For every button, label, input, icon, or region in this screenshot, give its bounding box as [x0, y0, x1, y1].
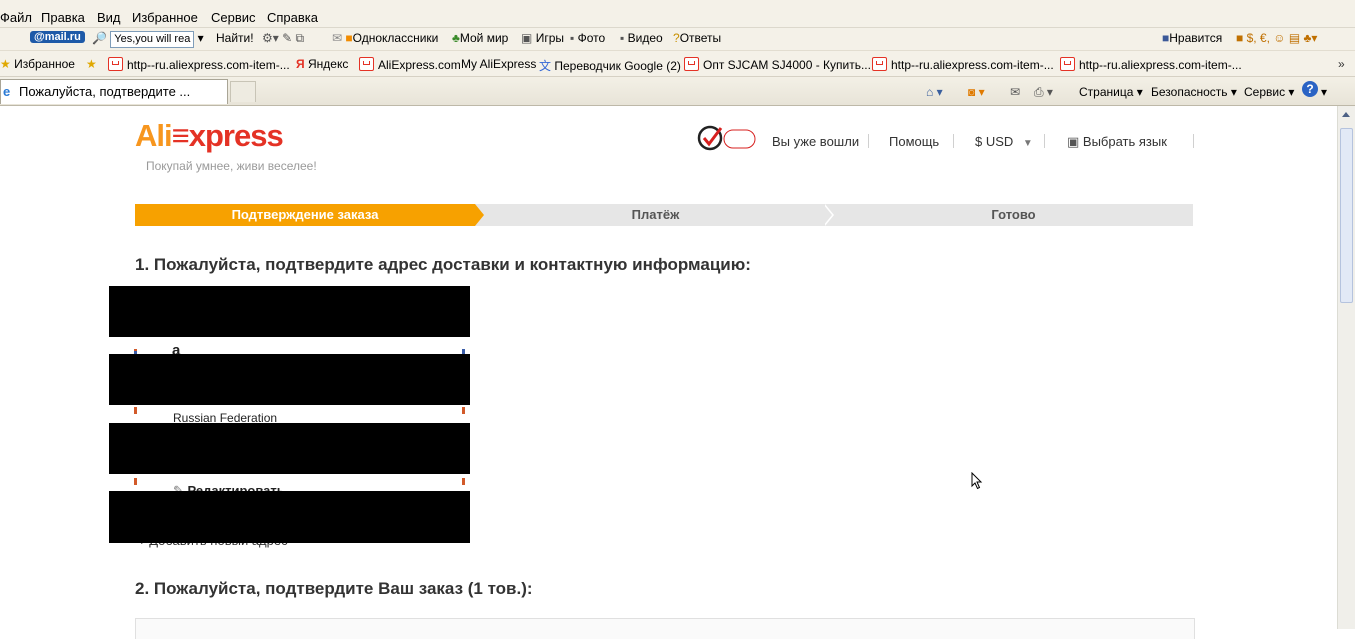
- section-order-title: 2. Пожалуйста, подтвердите Ваш заказ (1 …: [135, 579, 533, 598]
- aliexpress-icon: [359, 57, 374, 71]
- toolbar-link-games[interactable]: ▣ Игры: [521, 31, 564, 45]
- help-link[interactable]: Помощь: [889, 134, 939, 149]
- aliexpress-icon: [872, 57, 887, 71]
- header-divider: [953, 134, 954, 148]
- add-favorite-icon[interactable]: ★: [86, 57, 97, 71]
- menu-edit[interactable]: Правка: [41, 10, 85, 25]
- globe-icon: ▣: [1067, 134, 1080, 149]
- yandex-icon: Я: [296, 57, 305, 71]
- vertical-scrollbar[interactable]: [1337, 106, 1355, 629]
- mailru-logo[interactable]: @mail.ru: [30, 31, 85, 43]
- cart-e-icon: ≡: [171, 118, 190, 153]
- search-box[interactable]: 🔎 Yes,you will rea ▾: [92, 31, 204, 48]
- favorites-button[interactable]: ★ Избранное: [0, 57, 75, 71]
- tab-title: Пожалуйста, подтвердите ...: [19, 84, 191, 99]
- search-input[interactable]: Yes,you will rea: [110, 31, 195, 48]
- toolbar-tools-icons[interactable]: ⚙▾ ✎ ⧉: [262, 31, 304, 46]
- fav-link-aliexpress-item-3[interactable]: http--ru.aliexpress.com-item-...: [1060, 57, 1242, 72]
- page-content: Ali≡xpress Покупай умнее, живи веселее! …: [0, 106, 1337, 639]
- star-icon: ★: [0, 57, 11, 71]
- browser-tab[interactable]: e Пожалуйста, подтвердите ...: [0, 79, 228, 104]
- aliexpress-icon: [108, 57, 123, 71]
- logged-in-status: Вы уже вошли: [772, 134, 860, 149]
- safety-menu[interactable]: Безопасность ▾: [1151, 85, 1237, 99]
- find-button[interactable]: Найти!: [216, 31, 254, 45]
- step-payment: Платёж: [631, 207, 680, 222]
- redaction-bar: [109, 286, 470, 337]
- redaction-bar: [109, 354, 470, 405]
- aliexpress-logo[interactable]: Ali≡xpress: [135, 118, 284, 154]
- search-icon: 🔎: [92, 31, 107, 45]
- address-card-corner: [134, 407, 137, 414]
- step-arrow: [475, 204, 484, 226]
- menu-tools[interactable]: Сервис: [211, 10, 256, 25]
- menu-help[interactable]: Справка: [267, 10, 318, 25]
- tab-bar: e Пожалуйста, подтвердите ... ⌂ ▾ ◙ ▾ ✉ …: [0, 77, 1355, 106]
- envelope-icon: ✉: [332, 31, 343, 45]
- answers-icon: ?: [673, 31, 680, 45]
- scroll-up-icon[interactable]: [1342, 112, 1350, 117]
- moimir-icon: ♣: [452, 31, 460, 45]
- help-icon[interactable]: ?: [1302, 81, 1318, 97]
- mail-icon[interactable]: ✉: [1010, 85, 1020, 99]
- ie-icon: e: [3, 84, 11, 99]
- menu-view[interactable]: Вид: [97, 10, 121, 25]
- rss-icon[interactable]: ◙ ▾: [968, 85, 985, 99]
- favorites-bar: ★ Избранное ★ http--ru.aliexpress.com-it…: [0, 50, 1355, 77]
- verisign-secured-icon: [697, 125, 756, 151]
- mouse-cursor-icon: [971, 472, 983, 490]
- header-divider: [868, 134, 869, 148]
- toolbar-link-video[interactable]: ▪ Видео: [620, 31, 663, 45]
- fav-link-aliexpress[interactable]: AliExpress.com: [359, 57, 461, 72]
- redaction-bar: [109, 491, 470, 543]
- dropdown-arrow-icon[interactable]: ▾: [198, 31, 204, 45]
- fav-link-sjcam[interactable]: Опт SJCAM SJ4000 - Купить...: [684, 57, 871, 72]
- fav-link-aliexpress-item-2[interactable]: http--ru.aliexpress.com-item-...: [872, 57, 1054, 72]
- aliexpress-icon: [1060, 57, 1075, 71]
- address-card-corner: [462, 478, 465, 485]
- chevron-right-icon[interactable]: »: [1338, 57, 1345, 71]
- toolbar-extra-icons[interactable]: ■ $, €, ☺ ▤ ♣▾: [1236, 31, 1317, 45]
- toolbar-link-photo[interactable]: ▪ Фото: [570, 31, 605, 45]
- translate-icon: 文: [539, 59, 552, 73]
- caret-down-icon: ▼: [1022, 138, 1033, 149]
- mailru-toolbar: @mail.ru 🔎 Yes,you will rea ▾ Найти! ⚙▾ …: [0, 28, 1355, 50]
- fav-link-my-aliexpress[interactable]: My AliExpress: [461, 57, 536, 71]
- help-dropdown-icon[interactable]: ▾: [1321, 85, 1327, 99]
- step-done: Готово: [991, 207, 1036, 222]
- page-menu[interactable]: Страница ▾: [1079, 85, 1143, 99]
- toolbar-link-answers[interactable]: ?Ответы: [673, 31, 721, 45]
- step-arrow: [823, 204, 832, 226]
- fav-link-yandex[interactable]: Я Яндекс: [296, 57, 348, 71]
- currency-selector[interactable]: $ USD ▼: [975, 134, 1033, 149]
- fav-link-google-translate[interactable]: 文 Переводчик Google (2): [539, 57, 681, 74]
- menu-favorites[interactable]: Избранное: [132, 10, 198, 25]
- scrollbar-thumb[interactable]: [1340, 128, 1353, 303]
- photo-icon: ▪: [570, 31, 575, 45]
- toolbar-link-ok[interactable]: ✉ ■Одноклассники: [332, 31, 438, 45]
- video-icon: ▪: [620, 31, 625, 45]
- aliexpress-icon: [684, 57, 699, 71]
- tagline: Покупай умнее, живи веселее!: [146, 159, 317, 173]
- menu-file[interactable]: Файл: [0, 10, 32, 25]
- redaction-bar: [109, 423, 470, 474]
- home-icon[interactable]: ⌂ ▾: [926, 85, 943, 99]
- header-divider: [1044, 134, 1045, 148]
- ok-icon: ■: [345, 31, 353, 45]
- new-tab-button[interactable]: [230, 81, 256, 102]
- checkout-steps: Подтверждение заказа Платёж Готово: [135, 204, 1193, 226]
- print-icon[interactable]: ⎙ ▾: [1034, 85, 1053, 100]
- address-card-corner: [462, 407, 465, 414]
- toolbar-link-moimir[interactable]: ♣Мой мир: [452, 31, 508, 45]
- step-confirm-order: Подтверждение заказа: [135, 204, 475, 226]
- section-shipping-title: 1. Пожалуйста, подтвердите адрес доставк…: [135, 255, 751, 274]
- games-icon: ▣: [521, 31, 533, 45]
- language-selector[interactable]: ▣ Выбрать язык: [1067, 134, 1167, 150]
- fav-link-aliexpress-item-1[interactable]: http--ru.aliexpress.com-item-...: [108, 57, 290, 72]
- tools-menu[interactable]: Сервис ▾: [1244, 85, 1294, 99]
- address-card-corner: [134, 478, 137, 485]
- like-button[interactable]: ■Нравится: [1162, 31, 1222, 45]
- menu-bar: Файл Правка Вид Избранное Сервис Справка: [0, 0, 1355, 28]
- header-divider: [1193, 134, 1194, 148]
